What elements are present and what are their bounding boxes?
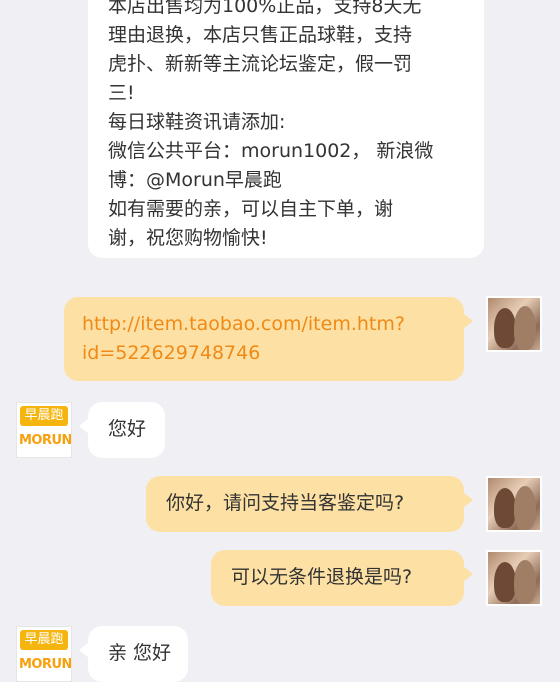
user-avatar[interactable] bbox=[486, 296, 542, 352]
shop-reply-text: 您好 bbox=[108, 418, 147, 440]
shop-avatar[interactable]: 早晨跑 MORUN bbox=[16, 402, 72, 458]
user-avatar-figure bbox=[494, 562, 516, 602]
shop-avatar-logo-top: 早晨跑 bbox=[20, 630, 68, 650]
user-question2-text: 可以无条件退换是吗? bbox=[231, 566, 413, 588]
user-question-text: 你好，请问支持当客鉴定吗? bbox=[166, 492, 405, 514]
intro-line: 谢，祝您购物愉快! bbox=[108, 227, 268, 249]
user-avatar[interactable] bbox=[486, 476, 542, 532]
shop-avatar-logo-bottom: MORUN bbox=[19, 433, 72, 448]
intro-line: 博：@Morun早晨跑 bbox=[108, 169, 282, 191]
item-link-line2[interactable]: id=522629748746 bbox=[82, 339, 464, 368]
shop-reply-bubble: 您好 bbox=[79, 402, 165, 458]
item-link-line1[interactable]: http://item.taobao.com/item.htm? bbox=[82, 310, 464, 339]
user-question-bubble: 你好，请问支持当客鉴定吗? bbox=[146, 476, 473, 532]
intro-line: 每日球鞋资讯请添加: bbox=[108, 111, 286, 133]
shop-avatar-logo-bottom: MORUN bbox=[19, 657, 72, 672]
intro-line: 虎扑、新新等主流论坛鉴定，假一罚 bbox=[108, 53, 413, 75]
user-avatar-figure bbox=[514, 560, 536, 604]
user-avatar-figure bbox=[494, 488, 516, 528]
shop-partial-text: 亲 您好 bbox=[108, 642, 172, 664]
link-message-bubble[interactable]: http://item.taobao.com/item.htm? id=5226… bbox=[64, 297, 473, 381]
intro-line: 微信公共平台：morun1002， 新浪微 bbox=[108, 140, 434, 162]
user-avatar-figure bbox=[494, 308, 516, 348]
user-avatar-figure bbox=[514, 486, 536, 530]
shop-intro-bubble: 本店出售均为100%正品，支持8天无 理由退换，本店只售正品球鞋，支持 虎扑、新… bbox=[88, 0, 484, 258]
intro-line: 如有需要的亲，可以自主下单，谢 bbox=[108, 198, 394, 220]
intro-line: 理由退换，本店只售正品球鞋，支持 bbox=[108, 24, 413, 46]
shop-partial-bubble: 亲 您好 bbox=[79, 626, 188, 682]
user-question2-bubble: 可以无条件退换是吗? bbox=[211, 550, 473, 606]
intro-line: 本店出售均为100%正品，支持8天无 bbox=[108, 0, 422, 17]
user-avatar-figure bbox=[514, 306, 536, 350]
shop-avatar-logo-top: 早晨跑 bbox=[20, 406, 68, 426]
user-avatar[interactable] bbox=[486, 550, 542, 606]
intro-line: 三! bbox=[108, 82, 135, 104]
shop-avatar[interactable]: 早晨跑 MORUN bbox=[16, 626, 72, 682]
